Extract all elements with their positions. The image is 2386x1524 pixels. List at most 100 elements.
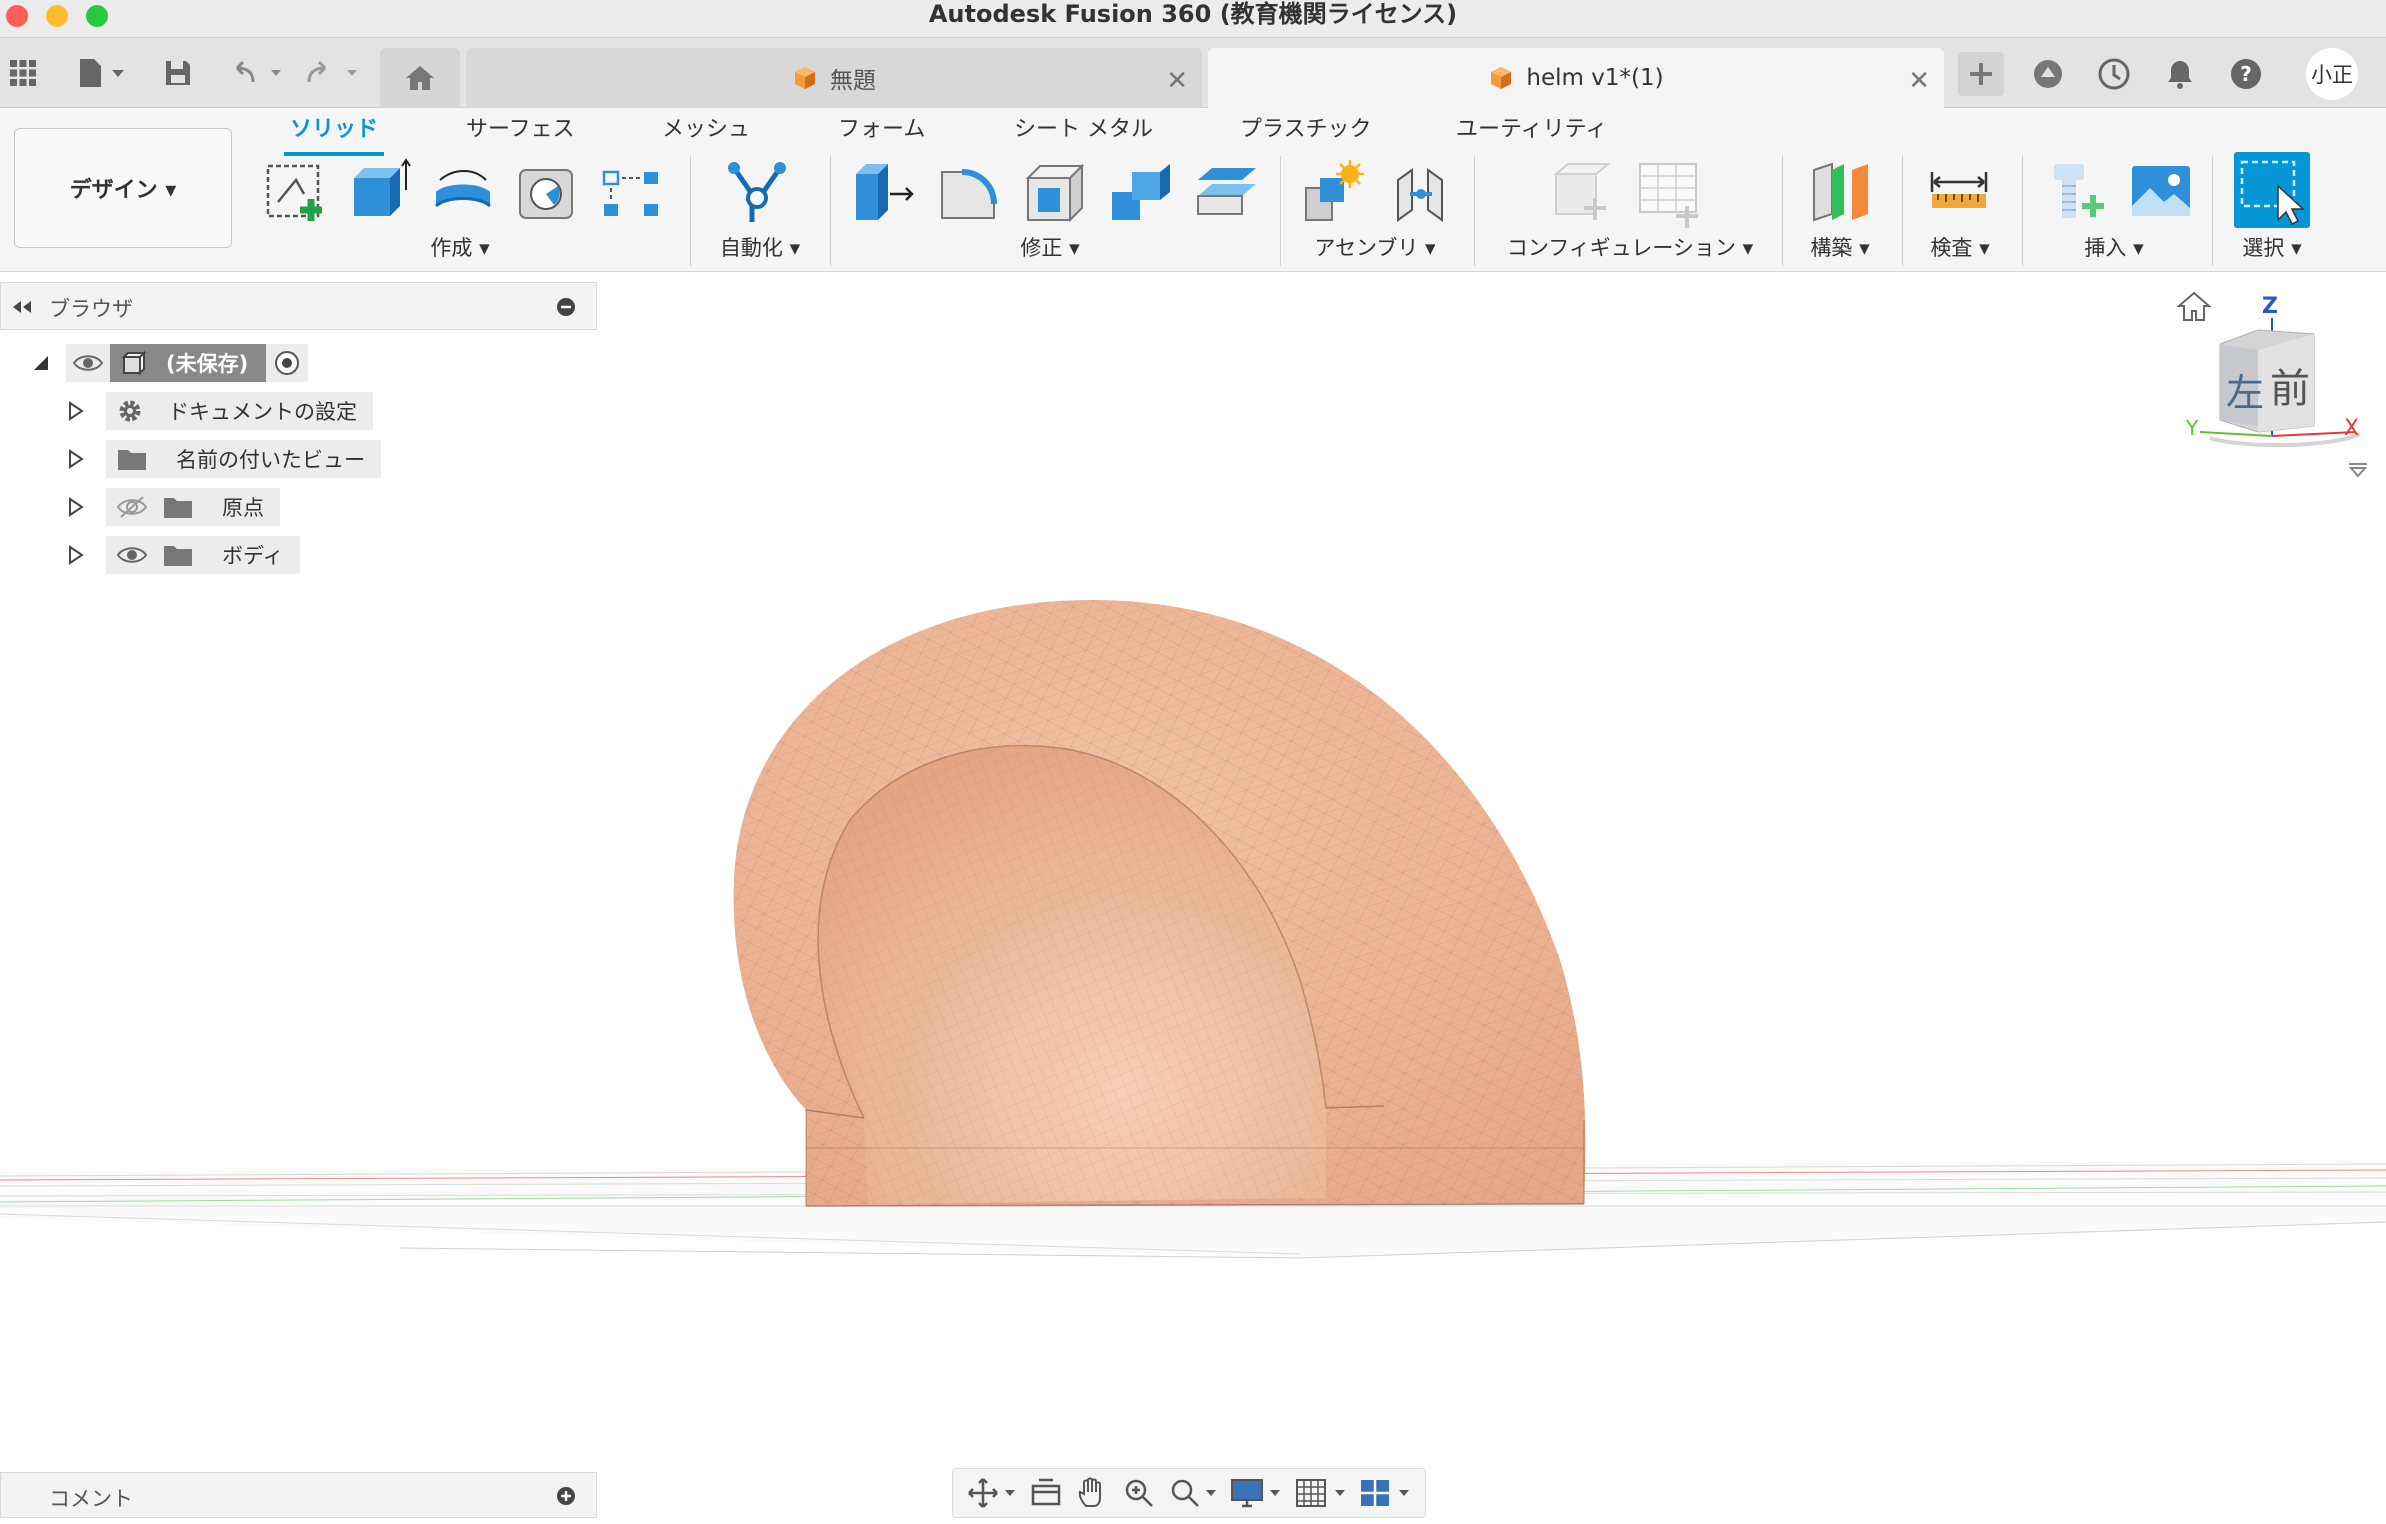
assemble-menu[interactable]: アセンブリ ▾ <box>1310 232 1440 262</box>
pattern-icon[interactable] <box>598 158 664 228</box>
tab-untitled[interactable]: 無題 ✕ <box>466 48 1202 108</box>
tab-utilities[interactable]: ユーティリティ <box>1456 110 1607 150</box>
hole-icon[interactable] <box>514 158 580 228</box>
design-cube-icon <box>1491 67 1512 89</box>
tab-form[interactable]: フォーム <box>838 110 925 150</box>
measure-icon[interactable] <box>1926 158 1992 228</box>
ribbon-divider <box>830 156 831 266</box>
tab-mesh[interactable]: メッシュ <box>662 110 750 150</box>
design-cube-icon <box>795 67 815 89</box>
insert-fastener-icon[interactable] <box>2044 158 2110 228</box>
offset-face-icon[interactable] <box>1194 158 1260 228</box>
fillet-icon[interactable] <box>936 158 1002 228</box>
automate-icon[interactable] <box>724 158 790 228</box>
ribbon-divider <box>1280 156 1281 266</box>
press-pull-icon[interactable] <box>850 158 916 228</box>
tab-bar: 無題 ✕ helm v1*(1) ✕ ? 小正 <box>0 38 2386 108</box>
extrude-icon[interactable] <box>346 158 412 228</box>
save-icon[interactable] <box>160 50 196 96</box>
automate-menu[interactable]: 自動化 ▾ <box>700 232 820 262</box>
ribbon-divider <box>1902 156 1903 266</box>
eye-hidden-icon[interactable] <box>116 495 148 519</box>
extensions-icon[interactable] <box>2026 52 2070 96</box>
construct-menu[interactable]: 構築 ▾ <box>1790 232 1890 262</box>
expand-triangle-icon[interactable] <box>66 400 86 422</box>
grid-settings-icon[interactable] <box>1295 1476 1347 1510</box>
collapse-panel-icon[interactable] <box>9 297 33 317</box>
browser-minimize-icon[interactable] <box>556 297 576 317</box>
tab-surface[interactable]: サーフェス <box>466 110 575 150</box>
viewcube[interactable]: 左 前 Z X Y <box>2186 292 2366 456</box>
help-icon[interactable]: ? <box>2224 52 2268 96</box>
inspect-menu[interactable]: 検査 ▾ <box>1910 232 2010 262</box>
eye-icon[interactable] <box>116 543 148 567</box>
eye-icon[interactable] <box>72 351 104 375</box>
look-at-icon[interactable] <box>1029 1476 1063 1510</box>
combine-icon[interactable] <box>1108 158 1174 228</box>
viewcube-face-left[interactable]: 左 <box>2226 362 2264 417</box>
shell-icon[interactable] <box>1022 158 1088 228</box>
browser-item-origin[interactable]: 原点 <box>66 488 280 526</box>
tab-plastic[interactable]: プラスチック <box>1240 110 1372 150</box>
browser-item-document-settings[interactable]: ドキュメントの設定 <box>66 392 373 430</box>
close-tab-icon[interactable]: ✕ <box>1908 66 1930 96</box>
tab-helm[interactable]: helm v1*(1) ✕ <box>1208 48 1944 108</box>
expand-triangle-icon[interactable] <box>66 544 86 566</box>
modify-menu[interactable]: 修正 ▾ <box>990 232 1110 262</box>
svg-text:?: ? <box>2240 62 2252 86</box>
new-component-icon[interactable] <box>1300 158 1366 228</box>
title-bar: Autodesk Fusion 360 (教育機関ライセンス) <box>0 0 2386 38</box>
folder-icon <box>164 546 192 566</box>
redo-button[interactable] <box>300 50 362 96</box>
orbit-icon[interactable] <box>967 1476 1017 1510</box>
file-menu-button[interactable] <box>68 50 132 96</box>
user-avatar[interactable]: 小正 <box>2306 48 2358 100</box>
viewcube-menu-icon[interactable] <box>2346 460 2370 480</box>
browser-item-bodies[interactable]: ボディ <box>66 536 300 574</box>
revolve-icon[interactable] <box>430 158 496 228</box>
pan-hand-icon[interactable] <box>1076 1476 1110 1510</box>
browser-item-named-views[interactable]: 名前の付いたビュー <box>66 440 381 478</box>
insert-menu[interactable]: 挿入 ▾ <box>2054 232 2174 262</box>
app-grid-icon[interactable] <box>4 50 42 96</box>
browser-item-label: ドキュメントの設定 <box>168 400 357 424</box>
workspace-switcher[interactable]: デザイン ▾ <box>14 128 232 248</box>
ribbon-divider <box>2212 156 2213 266</box>
zoom-icon[interactable] <box>1122 1476 1156 1510</box>
activate-radio-icon[interactable] <box>274 350 300 376</box>
construct-plane-icon[interactable] <box>1808 158 1874 228</box>
folder-icon <box>118 450 146 470</box>
job-status-icon[interactable] <box>2092 52 2136 96</box>
comments-panel[interactable]: コメント <box>0 1472 597 1518</box>
notifications-bell-icon[interactable] <box>2158 52 2202 96</box>
browser-item-label: 名前の付いたビュー <box>176 448 365 472</box>
new-tab-button[interactable] <box>1958 52 2004 96</box>
close-tab-icon[interactable]: ✕ <box>1166 66 1188 96</box>
helmet-body[interactable] <box>733 600 1586 1207</box>
tab-solid[interactable]: ソリッド <box>283 110 385 156</box>
expand-triangle-icon[interactable] <box>66 448 86 470</box>
display-settings-icon[interactable] <box>1230 1476 1282 1510</box>
create-sketch-icon[interactable] <box>262 158 328 228</box>
undo-button[interactable] <box>224 50 286 96</box>
window-title: Autodesk Fusion 360 (教育機関ライセンス) <box>928 0 1458 28</box>
tab-sheet-metal[interactable]: シート メタル <box>1014 110 1153 150</box>
home-tab-button[interactable] <box>380 48 460 108</box>
gear-icon <box>119 400 141 422</box>
browser-title: ブラウザ <box>49 297 133 321</box>
create-menu[interactable]: 作成 ▾ <box>400 232 520 262</box>
fit-zoom-icon[interactable] <box>1168 1476 1218 1510</box>
viewcube-face-front[interactable]: 前 <box>2270 356 2310 414</box>
joint-icon[interactable] <box>1388 158 1454 228</box>
viewports-icon[interactable] <box>1359 1476 1411 1510</box>
browser-root-node[interactable]: (未保存) <box>30 344 309 382</box>
collapse-triangle-icon[interactable] <box>30 352 52 374</box>
configuration-rule-icon[interactable] <box>1636 158 1702 228</box>
insert-canvas-icon[interactable] <box>2128 158 2194 228</box>
select-tool-button[interactable] <box>2234 152 2310 228</box>
expand-triangle-icon[interactable] <box>66 496 86 518</box>
select-menu[interactable]: 選択 ▾ <box>2222 232 2322 262</box>
configure-menu[interactable]: コンフィギュレーション ▾ <box>1500 232 1760 262</box>
comments-expand-icon[interactable] <box>556 1486 576 1506</box>
configure-table-icon[interactable] <box>1550 158 1616 228</box>
